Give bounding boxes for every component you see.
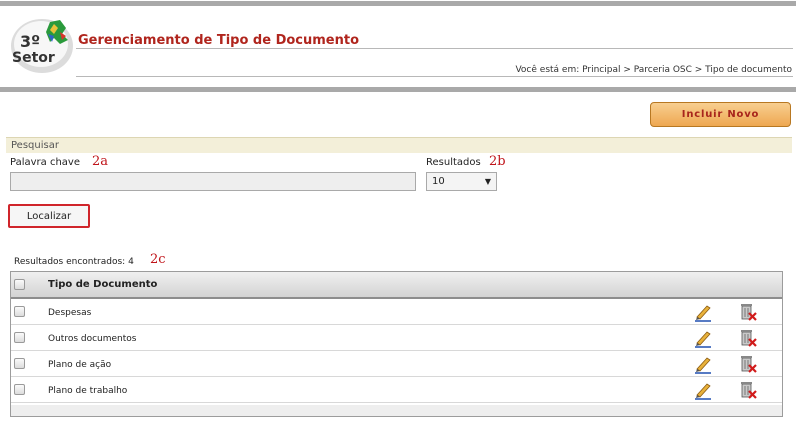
document-types-table: Tipo de Documento Despesas Outros docume…: [10, 271, 783, 417]
keyword-label: Palavra chave: [10, 157, 80, 168]
logo-text-bottom: Setor: [12, 50, 55, 66]
row-checkbox[interactable]: [14, 332, 25, 343]
edit-icon[interactable]: [693, 302, 713, 322]
row-label: Plano de trabalho: [48, 386, 128, 396]
logo-text-top: 3º: [20, 32, 40, 51]
breadcrumb: Você está em: Principal > Parceria OSC >…: [515, 65, 792, 75]
column-header-document-type: Tipo de Documento: [48, 279, 158, 290]
row-checkbox[interactable]: [14, 384, 25, 395]
results-select-value: 10: [432, 176, 445, 187]
results-marker: 2b: [489, 154, 506, 169]
find-button-label: Localizar: [26, 210, 72, 222]
trash-delete-icon[interactable]: [738, 354, 758, 374]
row-checkbox[interactable]: [14, 306, 25, 317]
table-header: Tipo de Documento: [11, 272, 782, 299]
row-label: Outros documentos: [48, 334, 137, 344]
header-bar: [0, 87, 796, 92]
results-select[interactable]: 10 ▼: [426, 172, 497, 191]
results-count-value: 4: [128, 257, 134, 267]
top-border: [0, 1, 796, 6]
results-count-label: Resultados encontrados:: [14, 257, 126, 267]
results-label: Resultados: [426, 157, 481, 168]
results-count: Resultados encontrados: 4: [14, 257, 134, 267]
new-button[interactable]: Incluir Novo: [650, 102, 791, 127]
title-divider: [76, 48, 793, 49]
page-title: Gerenciamento de Tipo de Documento: [78, 33, 360, 48]
trash-delete-icon[interactable]: [738, 302, 758, 322]
edit-icon[interactable]: [693, 354, 713, 374]
trash-delete-icon[interactable]: [738, 328, 758, 348]
row-label: Despesas: [48, 308, 92, 318]
trash-delete-icon[interactable]: [738, 380, 758, 400]
logo-3setor: 3º Setor: [10, 14, 76, 74]
row-checkbox[interactable]: [14, 358, 25, 369]
table-row: Outros documentos: [11, 325, 782, 351]
breadcrumb-divider: [76, 76, 793, 77]
results-count-marker: 2c: [150, 252, 166, 267]
find-button[interactable]: Localizar: [8, 204, 90, 228]
chevron-down-icon: ▼: [484, 177, 491, 186]
table-row: Plano de ação: [11, 351, 782, 377]
table-row: Despesas: [11, 299, 782, 325]
search-section-title: Pesquisar: [6, 137, 792, 153]
table-footer: [11, 405, 782, 416]
keyword-input[interactable]: [10, 172, 416, 191]
select-all-checkbox[interactable]: [14, 279, 25, 290]
row-label: Plano de ação: [48, 360, 112, 370]
edit-icon[interactable]: [693, 328, 713, 348]
table-row: Plano de trabalho: [11, 377, 782, 403]
keyword-marker: 2a: [92, 154, 109, 169]
edit-icon[interactable]: [693, 380, 713, 400]
